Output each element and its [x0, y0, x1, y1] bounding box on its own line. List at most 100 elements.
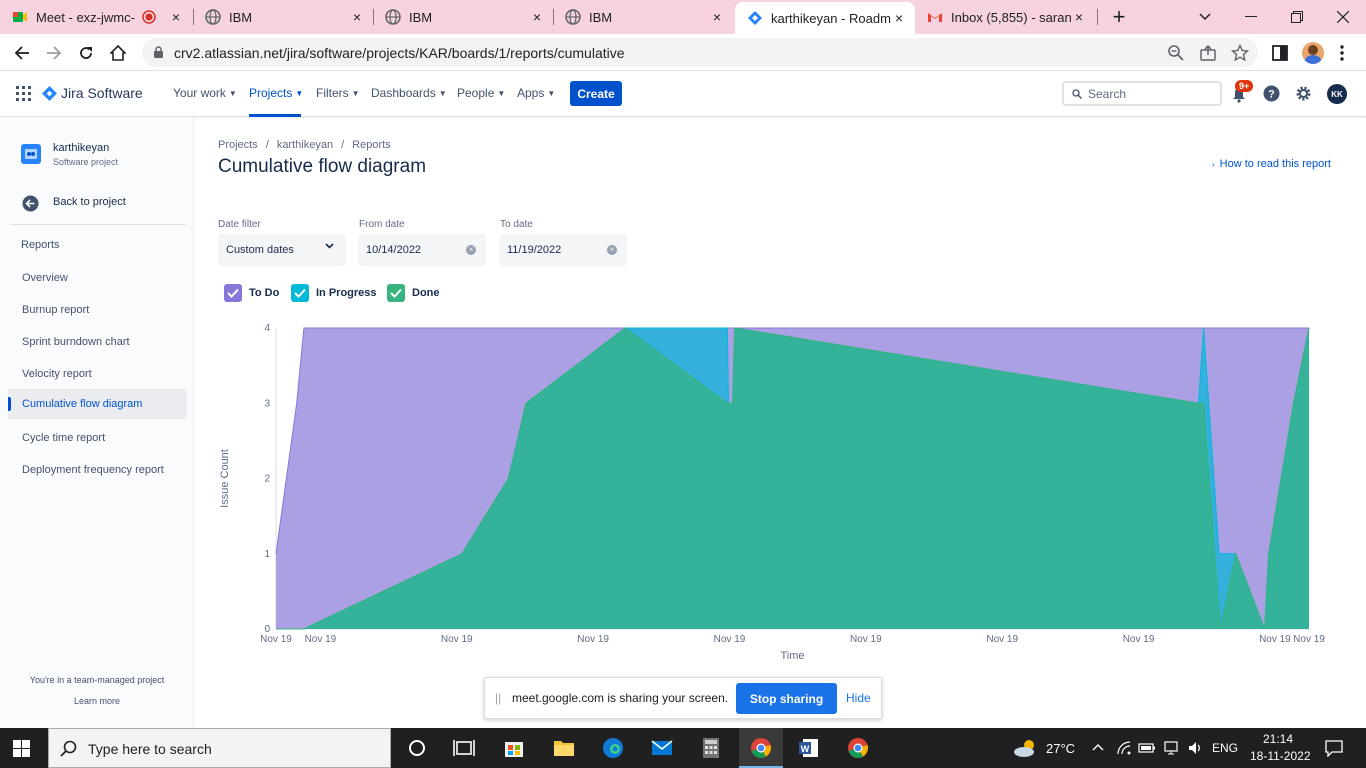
side-panel-icon[interactable]: [1272, 45, 1288, 61]
sidebar-item-cycle-time[interactable]: Cycle time report: [8, 423, 187, 453]
how-to-read-link[interactable]: › How to read this report: [1212, 158, 1331, 170]
close-tab-icon[interactable]: ×: [709, 9, 725, 25]
project-name[interactable]: karthikeyan: [53, 142, 109, 154]
hide-button[interactable]: Hide: [846, 691, 871, 705]
project-type: Software project: [53, 157, 119, 167]
nav-dashboards[interactable]: Dashboards ▼: [371, 86, 447, 100]
search-icon: [60, 740, 77, 757]
browser-tab-meet[interactable]: Meet - exz-jwmc- ×: [0, 0, 192, 34]
jira-logo[interactable]: Jira Software: [42, 85, 143, 101]
bookmark-star-icon[interactable]: [1231, 44, 1249, 62]
help-icon[interactable]: ?: [1263, 85, 1280, 102]
nav-people[interactable]: People ▼: [457, 86, 505, 100]
display-icon[interactable]: [1163, 740, 1179, 756]
volume-icon[interactable]: [1187, 740, 1203, 756]
calculator-icon[interactable]: [699, 736, 723, 760]
drag-handle-icon[interactable]: ||: [495, 691, 501, 705]
close-tab-icon[interactable]: ×: [349, 9, 365, 25]
breadcrumb-projects[interactable]: Projects: [218, 139, 258, 151]
settings-gear-icon[interactable]: [1295, 85, 1312, 102]
browser-tab-ibm-1[interactable]: IBM ×: [193, 0, 373, 34]
windows-start-icon[interactable]: [13, 740, 30, 757]
nav-your-work[interactable]: Your work ▼: [173, 86, 237, 100]
close-tab-icon[interactable]: ×: [168, 9, 184, 25]
sidebar-item-overview[interactable]: Overview: [8, 263, 187, 293]
browser-tab-jira[interactable]: karthikeyan - Roadma ×: [735, 2, 915, 34]
sidebar-item-deployment-frequency[interactable]: Deployment frequency report: [8, 455, 187, 485]
word-icon[interactable]: W: [797, 736, 821, 760]
back-arrow-circle-icon[interactable]: [22, 195, 39, 212]
search-input[interactable]: Search: [1062, 81, 1222, 106]
close-window-icon[interactable]: [1320, 0, 1366, 34]
file-explorer-icon[interactable]: [552, 736, 576, 760]
profile-avatar[interactable]: [1302, 42, 1324, 64]
browser-tab-gmail[interactable]: Inbox (5,855) - saranka ×: [915, 0, 1095, 34]
clear-icon[interactable]: ×: [607, 245, 617, 255]
new-tab-button[interactable]: +: [1096, 0, 1142, 34]
url-text: crv2.atlassian.net/jira/software/project…: [174, 45, 625, 61]
restore-icon[interactable]: [1274, 0, 1320, 34]
back-to-project-link[interactable]: Back to project: [53, 196, 126, 208]
forward-arrow-icon[interactable]: [40, 39, 68, 67]
date-filter-select[interactable]: Custom dates: [218, 234, 346, 266]
sidebar-item-sprint-burndown[interactable]: Sprint burndown chart: [8, 327, 187, 357]
checkbox-icon: [387, 284, 405, 302]
microsoft-store-icon[interactable]: [502, 736, 526, 760]
taskbar-search-input[interactable]: Type here to search: [48, 728, 391, 768]
nav-projects[interactable]: Projects ▼: [249, 86, 303, 100]
tab-search-chevron-icon[interactable]: [1182, 0, 1228, 34]
lock-icon: [154, 46, 163, 58]
notification-center-icon[interactable]: [1325, 739, 1343, 757]
svg-text:?: ?: [1268, 89, 1275, 101]
chrome-icon[interactable]: [846, 736, 870, 760]
address-bar[interactable]: crv2.atlassian.net/jira/software/project…: [142, 38, 1258, 67]
notification-badge: 9+: [1235, 80, 1254, 92]
chevron-up-icon[interactable]: [1092, 743, 1104, 751]
app-switcher-icon[interactable]: [16, 86, 31, 101]
reload-icon[interactable]: [72, 39, 100, 67]
battery-icon[interactable]: [1138, 741, 1156, 755]
legend-in-progress[interactable]: In Progress: [291, 284, 377, 302]
x-tick-label: Nov 19: [714, 634, 746, 645]
sidebar-item-velocity[interactable]: Velocity report: [8, 359, 187, 389]
legend-done[interactable]: Done: [387, 284, 440, 302]
browser-tab-ibm-2[interactable]: IBM ×: [373, 0, 553, 34]
share-message: meet.google.com is sharing your screen.: [512, 691, 729, 705]
sidebar-item-cumulative-flow[interactable]: Cumulative flow diagram: [8, 389, 187, 419]
close-tab-icon[interactable]: ×: [1071, 9, 1087, 25]
back-arrow-icon[interactable]: [8, 39, 36, 67]
browser-tab-ibm-3[interactable]: IBM ×: [553, 0, 733, 34]
sidebar-item-burnup[interactable]: Burnup report: [8, 295, 187, 325]
learn-more-link[interactable]: Learn more: [0, 696, 194, 706]
minimize-icon[interactable]: [1228, 0, 1274, 34]
task-view-icon[interactable]: [452, 736, 476, 760]
edge-browser-icon[interactable]: [601, 736, 625, 760]
breadcrumb-reports[interactable]: Reports: [352, 139, 391, 151]
user-avatar[interactable]: KK: [1327, 84, 1347, 104]
close-tab-icon[interactable]: ×: [529, 9, 545, 25]
breadcrumb-project[interactable]: karthikeyan: [277, 139, 333, 151]
legend-todo[interactable]: To Do: [224, 284, 279, 302]
create-button[interactable]: Create: [570, 81, 622, 106]
clock-date[interactable]: 18-11-2022: [1250, 749, 1311, 763]
mail-icon[interactable]: [650, 736, 674, 760]
cortana-icon[interactable]: [405, 736, 429, 760]
clock-time[interactable]: 21:14: [1263, 732, 1293, 746]
to-date-field[interactable]: 11/19/2022 ×: [499, 234, 627, 266]
taskbar-chrome-active[interactable]: [739, 728, 783, 768]
nav-filters[interactable]: Filters ▼: [316, 86, 360, 100]
more-menu-icon[interactable]: [1340, 45, 1344, 61]
nav-apps[interactable]: Apps ▼: [517, 86, 555, 100]
share-icon[interactable]: [1199, 44, 1217, 62]
language-indicator[interactable]: ENG: [1212, 741, 1238, 755]
network-icon[interactable]: [1116, 740, 1132, 756]
from-date-field[interactable]: 10/14/2022 ×: [358, 234, 486, 266]
home-icon[interactable]: [104, 39, 132, 67]
stop-sharing-button[interactable]: Stop sharing: [736, 683, 837, 714]
product-name: Jira Software: [61, 85, 143, 101]
clear-icon[interactable]: ×: [466, 245, 476, 255]
close-tab-icon[interactable]: ×: [891, 10, 907, 26]
weather-cloud-icon[interactable]: [1012, 736, 1040, 760]
zoom-icon[interactable]: [1167, 44, 1185, 62]
x-tick-label: Nov 19: [305, 634, 337, 645]
